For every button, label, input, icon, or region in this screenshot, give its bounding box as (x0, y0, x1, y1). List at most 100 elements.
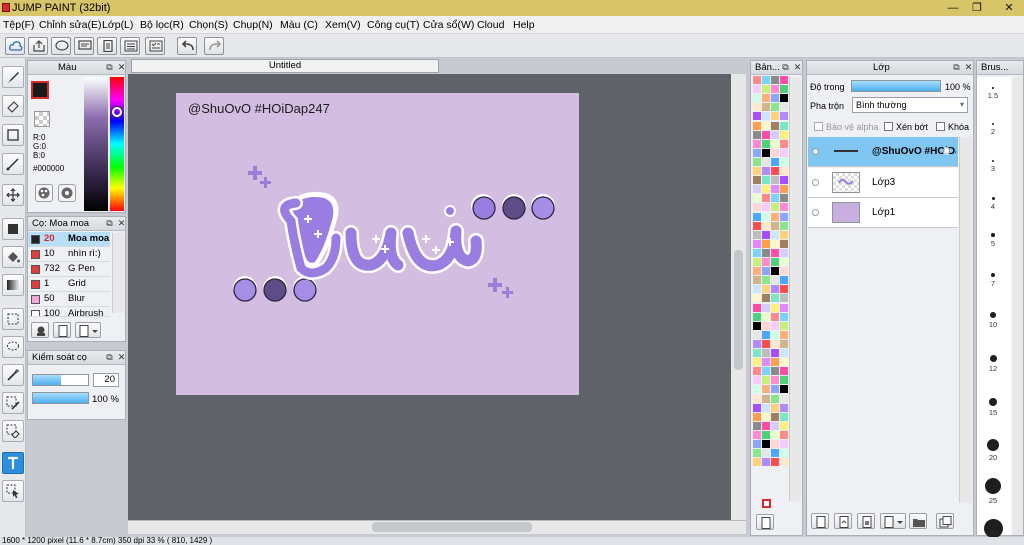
layer-row-text[interactable]: @ShuOvO #HOiDap ✺ (808, 137, 958, 167)
palette-swatch[interactable] (753, 394, 761, 403)
palette-swatch[interactable] (771, 321, 779, 330)
palette-swatch[interactable] (753, 294, 761, 303)
palette-swatch[interactable] (753, 367, 761, 376)
palette-swatch[interactable] (762, 221, 770, 230)
palette-swatch[interactable] (771, 103, 779, 112)
palette-swatch[interactable] (771, 358, 779, 367)
palette-swatch[interactable] (762, 76, 770, 84)
layer-row-lop3[interactable]: Lớp3 (808, 168, 958, 198)
palette-swatch[interactable] (753, 330, 761, 339)
palette-swatch[interactable] (753, 212, 761, 221)
palette-swatch[interactable] (753, 321, 761, 330)
palette-swatch[interactable] (762, 403, 770, 412)
document-tab[interactable]: Untitled (131, 59, 439, 73)
palette-swatch[interactable] (753, 449, 761, 458)
palette-swatch[interactable] (771, 248, 779, 257)
palette-swatch[interactable] (771, 176, 779, 185)
brush-size-dot[interactable] (987, 439, 999, 451)
brush-item-blur[interactable]: 50 Blur (28, 292, 110, 307)
palette-swatch[interactable] (780, 85, 788, 94)
palette-swatch[interactable] (762, 121, 770, 130)
palette-swatch[interactable] (762, 167, 770, 175)
palette-swatch[interactable] (762, 358, 770, 367)
palette-swatch[interactable] (780, 376, 788, 385)
palette-swatch[interactable] (753, 76, 761, 84)
palette-swatch[interactable] (762, 157, 770, 166)
layer-settings-icon[interactable]: ✺ (942, 145, 951, 158)
foreground-color-swatch[interactable] (31, 81, 49, 99)
palette-swatch[interactable] (780, 421, 788, 430)
alpha-protect-checkbox[interactable] (814, 122, 823, 131)
brush-size-dot[interactable] (990, 272, 996, 278)
palette-swatch[interactable] (780, 121, 788, 130)
palette-swatch[interactable] (780, 349, 788, 357)
palette-swatch[interactable] (753, 112, 761, 121)
clip-checkbox[interactable] (884, 122, 893, 131)
brush-size-dot[interactable] (989, 354, 997, 362)
brush-menu-button[interactable] (75, 322, 101, 338)
palette-swatch[interactable] (762, 449, 770, 458)
menu-capture[interactable]: Chụp(N) (233, 19, 273, 31)
palette-swatch[interactable] (762, 139, 770, 148)
share-button[interactable] (28, 37, 48, 55)
palette-swatch[interactable] (771, 294, 779, 303)
palette-swatch[interactable] (771, 230, 779, 239)
palette-swatch[interactable] (753, 176, 761, 185)
palette-swatch[interactable] (753, 458, 761, 467)
brush-size-dot[interactable] (988, 397, 998, 407)
palette-swatch[interactable] (780, 239, 788, 248)
palette-swatch[interactable] (762, 349, 770, 357)
checklist-button[interactable] (145, 37, 165, 55)
brush-size-dot[interactable] (992, 87, 994, 89)
palette-swatch[interactable] (762, 130, 770, 139)
palette-swatch[interactable] (762, 112, 770, 121)
layer-visibility-icon[interactable] (812, 179, 819, 186)
palette-swatch[interactable] (762, 367, 770, 376)
palette-swatch[interactable] (753, 440, 761, 448)
palette-swatch[interactable] (753, 121, 761, 130)
palette-swatch[interactable] (753, 376, 761, 385)
palette-swatch[interactable] (753, 403, 761, 412)
palette-new-button[interactable] (756, 514, 774, 530)
menu-cloud[interactable]: Cloud (477, 19, 504, 31)
hue-slider[interactable] (110, 77, 124, 211)
palette-swatch[interactable] (762, 330, 770, 339)
palette-swatch[interactable] (771, 212, 779, 221)
palette-swatch[interactable] (762, 312, 770, 321)
palette-swatch[interactable] (780, 312, 788, 321)
brush-size-dot[interactable] (990, 312, 996, 318)
palette-swatch[interactable] (780, 412, 788, 421)
palette-swatch[interactable] (771, 167, 779, 175)
palette-swatch[interactable] (753, 157, 761, 166)
panel-close-icon[interactable]: ✕ (792, 62, 802, 73)
menu-edit[interactable]: Chỉnh sửa(E) (39, 19, 101, 31)
brush-item-g-pen[interactable]: 732 G Pen (28, 262, 110, 277)
palette-swatch[interactable] (771, 276, 779, 285)
palette-swatch[interactable] (771, 203, 779, 212)
new-layer-button[interactable] (811, 513, 829, 529)
panel-close-icon[interactable]: ✕ (116, 352, 125, 363)
palette-swatch[interactable] (780, 194, 788, 203)
comment-button[interactable] (51, 37, 71, 55)
palette-swatch[interactable] (762, 339, 770, 348)
palette-swatch[interactable] (771, 394, 779, 403)
menu-color[interactable]: Màu (C) (280, 19, 318, 31)
palette-swatch[interactable] (771, 258, 779, 266)
palette-swatch[interactable] (771, 412, 779, 421)
palette-swatch[interactable] (780, 458, 788, 467)
minimize-button[interactable]: — (946, 1, 960, 15)
palette-swatch[interactable] (780, 394, 788, 403)
palette-swatch[interactable] (771, 430, 779, 439)
palette-swatch[interactable] (762, 148, 770, 157)
palette-swatch[interactable] (780, 330, 788, 339)
palette-swatch[interactable] (780, 167, 788, 175)
magic-wand-tool[interactable] (2, 364, 24, 386)
palette-swatch[interactable] (762, 285, 770, 294)
brush-new-button[interactable] (53, 322, 71, 338)
palette-swatch[interactable] (762, 412, 770, 421)
blend-mode-select[interactable]: Bình thường ▾ (852, 97, 968, 113)
palette-swatch[interactable] (753, 339, 761, 348)
menu-help[interactable]: Help (513, 19, 535, 31)
brush-size-scrollbar[interactable] (1013, 77, 1023, 535)
palette-swatch[interactable] (753, 358, 761, 367)
